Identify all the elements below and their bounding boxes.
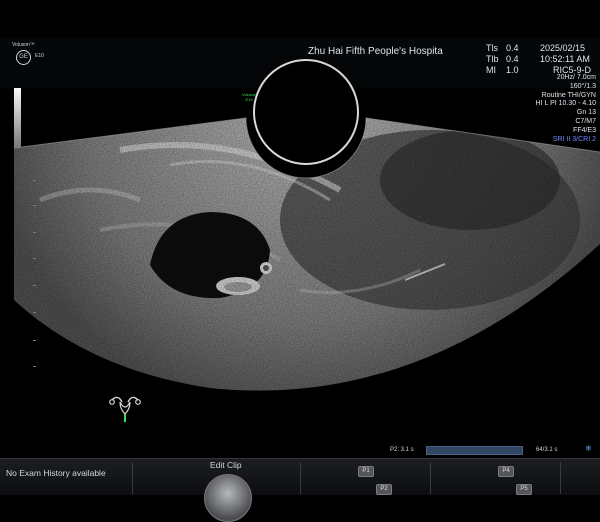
depth-tick [33,366,36,367]
exam-history-status: No Exam History available [6,468,106,478]
depth-tick [33,340,36,341]
cine-loop-bar[interactable] [426,446,523,455]
cine-loop-label: P2: 3.1 s [390,447,414,453]
depth-tick [33,312,36,313]
panel-divider [430,462,431,494]
probe-marker: Voluson E10 [242,92,256,102]
softkey-p4[interactable]: P4 [498,466,514,477]
snowflake-icon[interactable]: ❄ [585,444,592,453]
uterus-pictogram-icon [109,396,141,422]
depth-tick [33,258,36,259]
softkey-p2[interactable]: P2 [376,484,392,495]
probe-marker-line2: E10 [245,97,253,102]
depth-tick [33,205,36,206]
edit-clip-label: Edit Clip [210,460,242,470]
edit-clip-dial-icon[interactable] [204,474,252,522]
ultrasound-screen: Voluson™ GE E10 Zhu Hai Fifth People's H… [0,0,600,522]
panel-divider [560,462,561,494]
cine-frame-count: 64/3.1 s [536,447,558,453]
softkey-p5[interactable]: P5 [516,484,532,495]
depth-tick [33,180,36,181]
depth-tick [33,232,36,233]
softkey-p1[interactable]: P1 [358,466,374,477]
ultrasound-image [13,59,600,391]
panel-divider [132,462,133,494]
depth-tick [33,285,36,286]
panel-divider [300,462,301,494]
